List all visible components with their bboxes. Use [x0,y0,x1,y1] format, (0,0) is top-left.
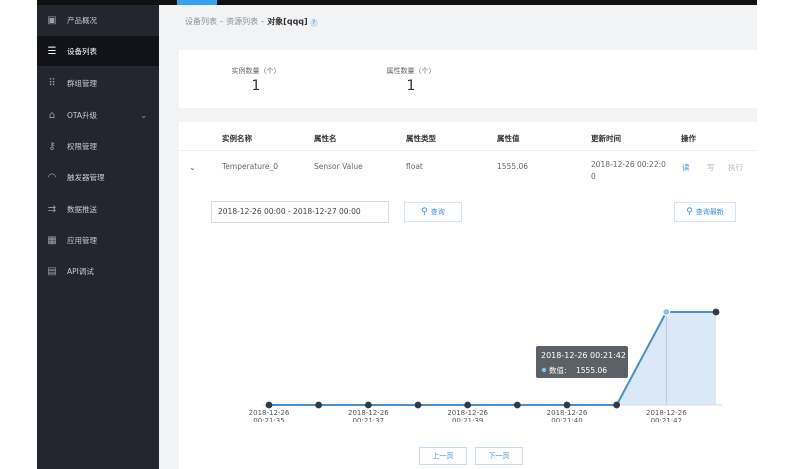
data-point [712,308,720,316]
x-tick-date: 2018-12-26 [447,409,488,417]
terminal-icon: ▤ [47,265,57,277]
data-point [414,401,422,409]
data-point [513,401,521,409]
sidebar-item-label: 数据推送 [67,204,97,214]
data-point [265,401,273,409]
tooltip-title: 2018-12-26 00:21:42 [541,351,626,360]
sidebar-item-1[interactable]: ☰ 设备列表 [37,36,159,66]
gauge-icon: ◠ [47,171,57,183]
main-content: 设备列表 – 资源列表 – 对象[qqq]? 实例数量（个） 1 属性数量（个）… [159,5,757,469]
x-tick-label: 2018-12-26 00:21:39 [447,409,488,422]
apps-icon: ▦ [47,234,57,246]
sidebar-item-5[interactable]: ◠ 触发器管理 [37,162,159,192]
attribute-count-label: 属性数量（个） [386,67,436,75]
help-icon[interactable]: ? [309,19,318,27]
sidebar-item-label: 权限管理 [67,141,97,151]
sidebar-item-6[interactable]: ⇉ 数据推送 [37,194,159,224]
breadcrumb-separator: – [219,17,224,26]
x-tick-date: 2018-12-26 [646,409,687,417]
sidebar: ▣ 产品概况 ☰ 设备列表 ⠿ 群组管理 ⌂ OTA升级 ⌄ ⚷ 权限管理 ◠ 触发器管理 ⇉ 数据推送 ▦ 应… [37,5,159,469]
attribute-count-stat: 属性数量（个） 1 [361,66,461,94]
x-tick-date: 2018-12-26 [348,409,389,417]
sidebar-item-label: OTA升级 [67,110,98,120]
data-point [364,401,372,409]
breadcrumb-device-list[interactable]: 设备列表 [185,17,217,26]
sidebar-item-label: 产品概况 [67,15,97,25]
list-icon: ☰ [47,45,57,57]
data-point [662,308,671,316]
data-point [315,401,323,409]
data-point [563,401,571,409]
breadcrumb-current: 对象[qqq] [267,17,308,26]
chevron-down-icon: ⌄ [140,110,147,120]
x-tick-time: 00:21:35 [253,417,284,422]
x-tick-date: 2018-12-26 [547,409,588,417]
push-icon: ⇉ [47,203,57,215]
x-tick-label: 2018-12-26 00:21:35 [249,409,290,422]
sidebar-item-0[interactable]: ▣ 产品概况 [37,5,159,35]
x-tick-time: 00:21:40 [551,417,582,422]
tooltip-value: 1555.06 [576,366,607,375]
sidebar-item-label: API调试 [67,266,94,276]
x-tick-time: 00:21:39 [452,417,483,422]
next-page-button[interactable]: 下一页 [475,447,523,465]
sidebar-item-2[interactable]: ⠿ 群组管理 [37,68,159,98]
key-icon: ⚷ [48,140,56,152]
sidebar-item-4[interactable]: ⚷ 权限管理 [37,131,159,161]
prev-page-button[interactable]: 上一页 [419,447,467,465]
x-tick-date: 2018-12-26 [249,409,290,417]
sidebar-item-3[interactable]: ⌂ OTA升级 ⌄ [37,100,159,130]
instance-count-label: 实例数量（个） [231,67,281,75]
data-point [613,401,621,409]
x-tick-label: 2018-12-26 00:21:37 [348,409,389,422]
sidebar-item-label: 触发器管理 [67,172,105,182]
breadcrumb-resource-list[interactable]: 资源列表 [226,17,258,26]
sidebar-item-7[interactable]: ▦ 应用管理 [37,225,159,255]
app-window: ▣ 产品概况 ☰ 设备列表 ⠿ 群组管理 ⌂ OTA升级 ⌄ ⚷ 权限管理 ◠ 触发器管理 ⇉ 数据推送 ▦ 应… [37,0,757,469]
sidebar-item-label: 应用管理 [67,235,97,245]
cube-icon: ▣ [47,14,57,26]
sidebar-item-label: 群组管理 [67,78,97,88]
attribute-count-value: 1 [406,78,416,94]
x-tick-time: 00:21:42 [651,417,682,422]
sidebar-item-label: 设备列表 [67,46,97,56]
resource-panel: 实例名称 属性名 属性类型 属性值 更新时间 操作 ⌄ Temperature_… [179,122,757,469]
tooltip-series-dot [541,367,547,373]
data-point [464,401,472,409]
tooltip-label: 数值: [549,365,567,375]
instance-count-value: 1 [251,78,261,94]
grid-dots-icon: ⠿ [48,77,56,89]
value-history-chart: 2018-12-26 00:21:352018-12-26 00:21:372018… [249,308,722,422]
breadcrumb-separator: – [260,17,265,26]
sidebar-item-8[interactable]: ▤ API调试 [37,256,159,286]
x-tick-label: 2018-12-26 00:21:40 [547,409,588,422]
summary-card: 实例数量（个） 1 属性数量（个） 1 [179,50,757,108]
upload-icon: ⌂ [48,109,56,121]
series-area [269,312,716,405]
breadcrumb: 设备列表 – 资源列表 – 对象[qqq]? [185,16,318,27]
x-tick-label: 2018-12-26 00:21:42 [646,409,687,422]
instance-count-stat: 实例数量（个） 1 [206,66,306,94]
x-tick-time: 00:21:37 [353,417,384,422]
